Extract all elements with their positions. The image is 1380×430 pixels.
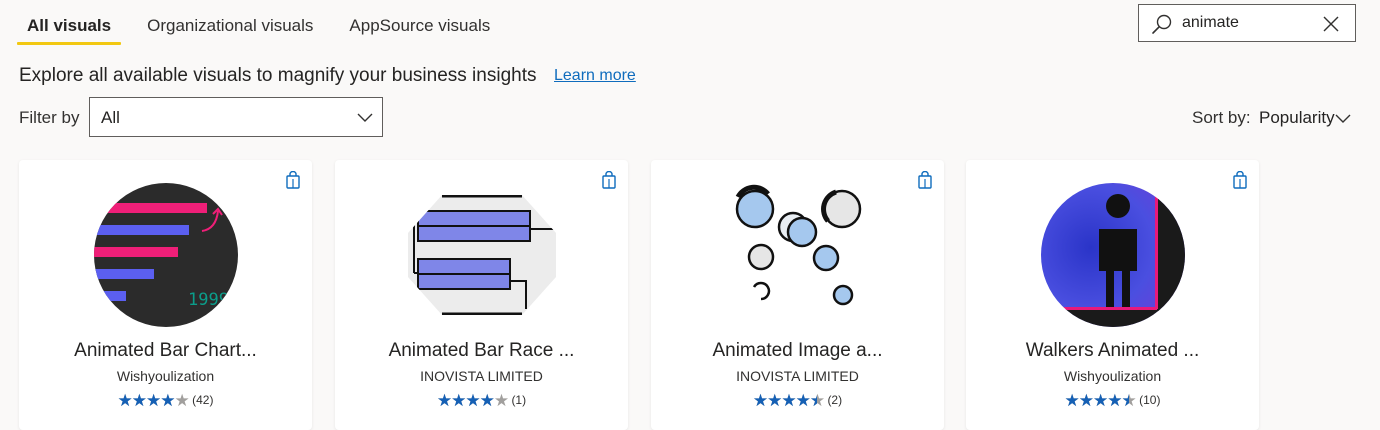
- rating-count: (2): [827, 393, 843, 407]
- card-publisher: INOVISTA LIMITED: [420, 368, 543, 384]
- close-icon[interactable]: [1323, 16, 1339, 32]
- year-label: 1999: [188, 290, 229, 310]
- learn-more-link[interactable]: Learn more: [554, 67, 636, 85]
- rating-count: (1): [511, 393, 527, 407]
- card-rating: ★★★★★★★★★★ (2): [651, 393, 944, 410]
- sort-dropdown[interactable]: Popularity: [1259, 108, 1335, 128]
- animated-bar-race-thumbnail: [408, 195, 556, 315]
- visual-card[interactable]: 1999 Animated Bar Chart... Wishyoulizati…: [19, 160, 312, 430]
- shopping-bag-icon[interactable]: [601, 171, 617, 189]
- search-box[interactable]: [1138, 4, 1356, 42]
- tab-all-visuals[interactable]: All visuals: [17, 0, 122, 46]
- intro-text: Explore all available visuals to magnify…: [19, 65, 537, 86]
- animated-bar-chart-thumbnail: 1999: [94, 183, 238, 327]
- visual-card[interactable]: Animated Image a... INOVISTA LIMITED ★★★…: [651, 160, 944, 430]
- star-rating: ★★★★★★★★★★: [117, 391, 190, 411]
- star-rating: ★★★★★★★★★★: [1064, 391, 1137, 411]
- visual-card[interactable]: Animated Bar Race ... INOVISTA LIMITED ★…: [335, 160, 628, 430]
- visual-card[interactable]: Walkers Animated ... Wishyoulization ★★★…: [966, 160, 1259, 430]
- chevron-down-icon: [357, 113, 373, 122]
- tab-bar: All visuals Organizational visuals AppSo…: [17, 0, 516, 46]
- card-rating: ★★★★★★★★★★ (1): [335, 393, 628, 410]
- card-title: Animated Bar Race ...: [388, 340, 575, 361]
- shopping-bag-icon[interactable]: [1232, 171, 1248, 189]
- tab-appsource-visuals[interactable]: AppSource visuals: [339, 0, 500, 46]
- rating-count: (10): [1139, 393, 1161, 407]
- card-title: Animated Image a...: [712, 340, 883, 361]
- card-publisher: Wishyoulization: [1063, 368, 1162, 384]
- filter-label: Filter by: [19, 108, 80, 127]
- animated-image-thumbnail: [735, 184, 862, 306]
- filter-dropdown[interactable]: All: [89, 97, 383, 137]
- tab-organizational-visuals[interactable]: Organizational visuals: [137, 0, 323, 46]
- walkers-animated-thumbnail: [1041, 183, 1185, 327]
- chevron-down-icon[interactable]: [1335, 112, 1351, 124]
- card-title: Walkers Animated ...: [1025, 340, 1200, 361]
- rating-count: (42): [192, 393, 214, 407]
- card-rating: ★★★★★★★★★★ (10): [966, 393, 1259, 410]
- filter-value: All: [101, 108, 120, 127]
- card-publisher: INOVISTA LIMITED: [736, 368, 859, 384]
- shopping-bag-icon[interactable]: [285, 171, 301, 189]
- star-rating: ★★★★★★★★★★: [752, 391, 825, 411]
- card-title: Animated Bar Chart...: [74, 340, 257, 361]
- search-icon: [1152, 14, 1172, 34]
- card-publisher: Wishyoulization: [116, 368, 215, 384]
- sort-label: Sort by:: [1192, 108, 1251, 127]
- star-rating: ★★★★★★★★★★: [436, 391, 509, 411]
- shopping-bag-icon[interactable]: [917, 171, 933, 189]
- card-rating: ★★★★★★★★★★ (42): [19, 393, 312, 410]
- search-input[interactable]: [1182, 12, 1312, 34]
